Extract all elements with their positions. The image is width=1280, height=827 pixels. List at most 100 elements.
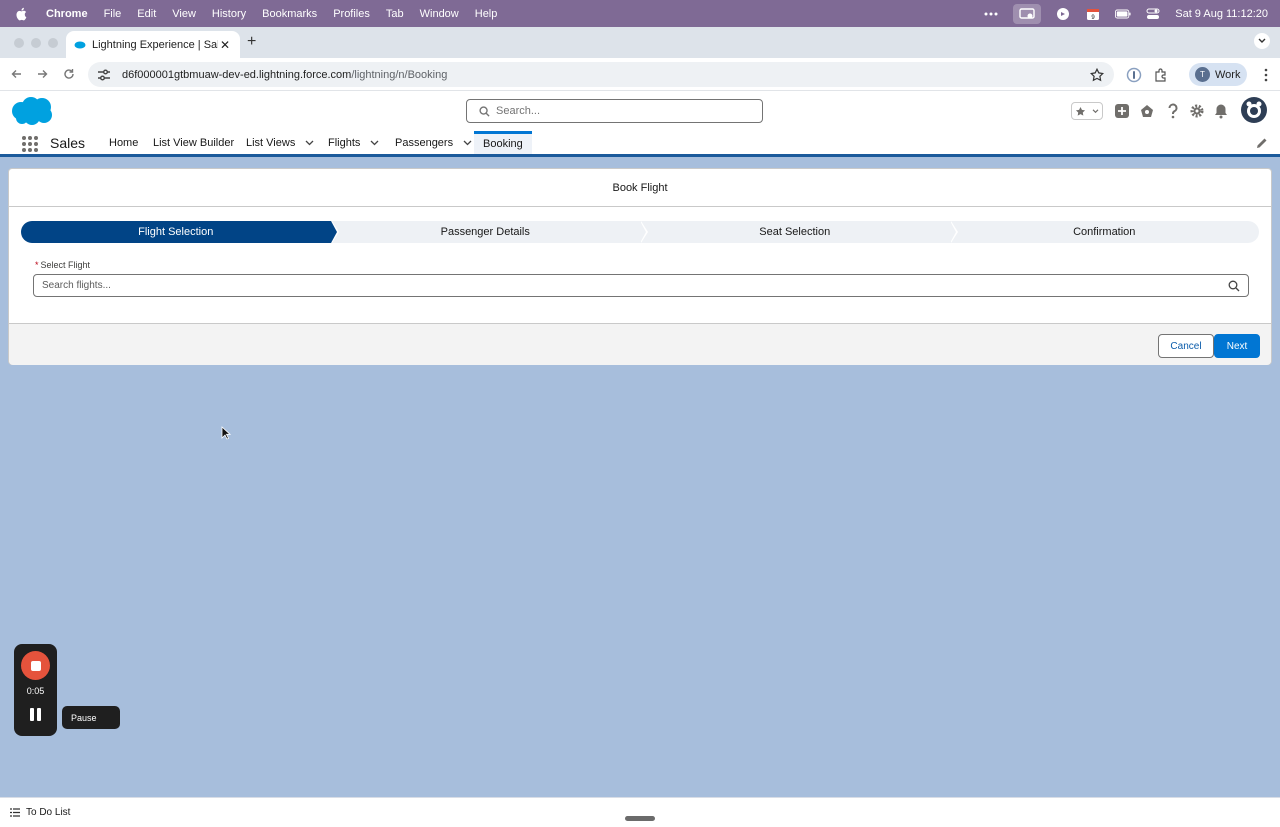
password-manager-extension-icon[interactable] <box>1126 67 1142 83</box>
tab-search-button[interactable] <box>1254 33 1270 49</box>
global-search-placeholder: Search... <box>496 105 541 117</box>
pause-recording-button[interactable] <box>28 708 42 722</box>
pause-tooltip: Pause <box>62 706 120 729</box>
control-center-icon[interactable] <box>1145 7 1161 21</box>
edit-nav-pencil-icon[interactable] <box>1256 137 1268 149</box>
favorites-button[interactable] <box>1071 102 1103 120</box>
notifications-button[interactable] <box>1212 102 1230 120</box>
arrow-left-icon <box>11 70 21 78</box>
help-button[interactable] <box>1164 102 1182 120</box>
chat-bubble-icon[interactable] <box>1055 7 1071 21</box>
help-question-icon <box>1168 103 1178 119</box>
more-dots-icon[interactable] <box>983 7 999 21</box>
nav-item-home[interactable]: Home <box>109 131 138 154</box>
utility-drag-handle[interactable] <box>625 816 655 821</box>
battery-icon[interactable] <box>1115 7 1131 21</box>
select-flight-field[interactable] <box>33 274 1249 297</box>
minimize-window-button[interactable] <box>31 38 41 48</box>
profile-button[interactable]: T Work <box>1189 63 1247 86</box>
flights-menu-chevron-icon[interactable] <box>370 138 379 148</box>
menu-app-chrome[interactable]: Chrome <box>46 8 88 20</box>
calendar-icon[interactable]: 9 <box>1085 7 1101 21</box>
menu-bookmarks[interactable]: Bookmarks <box>262 8 317 20</box>
menu-help[interactable]: Help <box>475 8 498 20</box>
favorites-menu-chevron-icon <box>1092 108 1099 113</box>
browser-menu-icon[interactable] <box>1264 68 1268 82</box>
forward-button[interactable] <box>35 67 49 81</box>
site-info-icon[interactable] <box>96 68 112 82</box>
back-button[interactable] <box>10 67 24 81</box>
menu-file[interactable]: File <box>104 8 122 20</box>
card-title: Book Flight <box>9 169 1271 207</box>
nav-item-flights-label: Flights <box>328 136 361 149</box>
reload-button[interactable] <box>62 67 76 81</box>
path-step-confirmation[interactable]: Confirmation <box>949 221 1259 243</box>
flight-search-input[interactable] <box>42 280 1228 291</box>
select-flight-label-text: Select Flight <box>40 260 91 270</box>
close-window-button[interactable] <box>14 38 24 48</box>
next-button[interactable]: Next <box>1214 334 1260 358</box>
stop-square-icon <box>30 660 41 671</box>
browser-tab-active[interactable]: Lightning Experience | Salesfo ✕ <box>66 31 240 58</box>
nav-item-booking[interactable]: Booking <box>474 131 532 154</box>
list-views-menu-chevron-icon[interactable] <box>305 138 314 148</box>
browser-toolbar: d6f000001gtbmuaw-dev-ed.lightning.force.… <box>0 58 1280 91</box>
app-name: Sales <box>50 135 86 151</box>
salesforce-favicon-icon <box>74 41 86 49</box>
trailhead-button[interactable] <box>1138 102 1156 120</box>
profile-label: Work <box>1215 68 1241 81</box>
app-navigation-bar: Sales Home List View Builder List Views … <box>0 131 1280 157</box>
stop-recording-button[interactable] <box>21 651 50 680</box>
book-flight-card: Book Flight Flight Selection Passenger D… <box>8 168 1272 365</box>
nav-item-list-view-builder[interactable]: List View Builder <box>153 131 234 154</box>
browser-tabstrip: Lightning Experience | Salesfo ✕ <box>0 27 1280 58</box>
new-tab-button[interactable]: + <box>247 33 256 51</box>
apple-icon[interactable] <box>14 7 28 21</box>
search-icon <box>1228 280 1240 291</box>
nav-item-flights[interactable]: Flights <box>328 131 379 154</box>
menu-history[interactable]: History <box>212 8 246 20</box>
extensions-puzzle-icon[interactable] <box>1153 67 1169 83</box>
salesforce-global-header: Search... <box>0 91 1280 131</box>
salesforce-logo[interactable] <box>10 95 55 127</box>
tab-title: Lightning Experience | Salesfo <box>92 38 218 51</box>
cancel-button[interactable]: Cancel <box>1158 334 1214 358</box>
nav-item-list-views[interactable]: List Views <box>246 131 314 154</box>
menu-tab[interactable]: Tab <box>386 8 404 20</box>
favorite-star-icon <box>1075 106 1086 116</box>
reload-icon <box>64 69 74 79</box>
zoom-window-button[interactable] <box>48 38 58 48</box>
path-step-seat-selection[interactable]: Seat Selection <box>640 221 958 243</box>
profile-avatar: T <box>1195 67 1210 82</box>
nav-item-booking-label: Booking <box>483 138 523 150</box>
app-launcher-icon[interactable] <box>22 136 38 152</box>
nav-item-home-label: Home <box>109 136 139 149</box>
nav-item-passengers-label: Passengers <box>395 136 454 149</box>
todo-list-utility-item[interactable]: To Do List <box>10 807 70 818</box>
path-step-passenger-details[interactable]: Passenger Details <box>330 221 648 243</box>
mouse-cursor-icon <box>221 426 231 440</box>
menu-window[interactable]: Window <box>420 8 459 20</box>
menu-view[interactable]: View <box>172 8 196 20</box>
global-actions-button[interactable] <box>1113 102 1131 120</box>
menubar-clock[interactable]: Sat 9 Aug 11:12:20 <box>1175 8 1268 20</box>
path-step-label: Confirmation <box>1073 226 1136 238</box>
user-avatar-button[interactable] <box>1241 97 1267 123</box>
user-avatar-icon <box>1246 101 1262 118</box>
passengers-menu-chevron-icon[interactable] <box>463 138 472 148</box>
menu-profiles[interactable]: Profiles <box>333 8 370 20</box>
setup-button[interactable] <box>1188 102 1206 120</box>
menu-edit[interactable]: Edit <box>137 8 156 20</box>
screen-recording-icon[interactable] <box>1013 3 1042 24</box>
close-tab-icon[interactable]: ✕ <box>218 38 232 52</box>
path-step-flight-selection[interactable]: Flight Selection <box>21 221 339 243</box>
utility-bar: To Do List <box>0 797 1280 827</box>
bell-icon <box>1215 104 1227 119</box>
todo-list-label: To Do List <box>26 807 71 818</box>
nav-item-passengers[interactable]: Passengers <box>395 131 472 154</box>
address-bar[interactable]: d6f000001gtbmuaw-dev-ed.lightning.force.… <box>88 62 1114 87</box>
bookmark-star-icon[interactable] <box>1090 67 1104 82</box>
url-path: /lightning/n/Booking <box>351 68 448 81</box>
chevron-down-icon <box>1258 38 1266 43</box>
global-search-input[interactable]: Search... <box>466 99 763 123</box>
